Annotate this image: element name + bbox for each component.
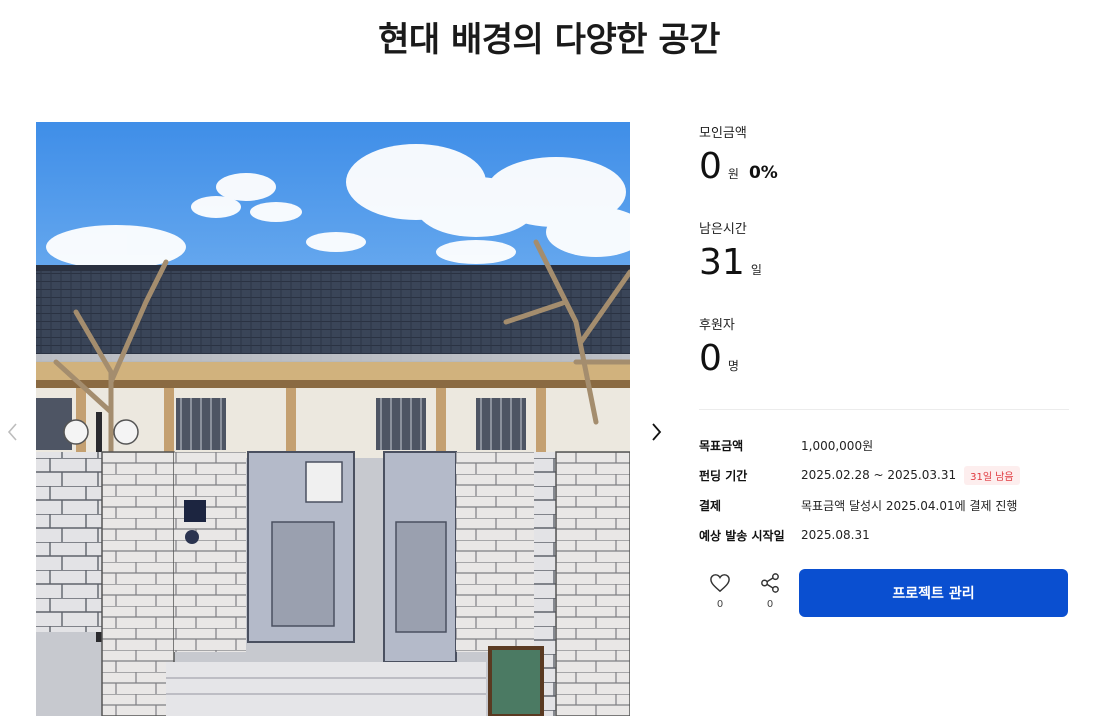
backers-unit: 명 [727, 359, 739, 373]
raised-percent: 0% [748, 163, 778, 183]
raised-label: 모인금액 [699, 126, 747, 141]
chevron-right-icon [652, 423, 662, 441]
remaining-time-stat: 남은시간 31 일 [699, 218, 1069, 314]
share-count: 0 [766, 599, 774, 610]
heart-icon [710, 574, 730, 593]
share-button[interactable]: 0 [755, 573, 785, 610]
detail-label: 목표금액 [699, 438, 744, 453]
days-left-badge: 31일 남음 [964, 465, 1020, 485]
backers-label: 후원자 [699, 318, 735, 333]
detail-value: 2025.02.28 ~ 2025.03.31 [801, 468, 957, 482]
chevron-left-icon [7, 423, 17, 441]
manage-project-button[interactable]: 프로젝트 관리 [799, 569, 1068, 617]
detail-label: 결제 [699, 498, 722, 513]
backers-stat: 후원자 0 명 [699, 314, 1069, 410]
project-main-image [36, 122, 630, 716]
remaining-label: 남은시간 [699, 222, 747, 237]
like-button[interactable]: 0 [705, 573, 735, 610]
page-title: 현대 배경의 다양한 공간 [378, 20, 720, 60]
detail-label: 예상 발송 시작일 [699, 528, 785, 543]
detail-label: 펀딩 기간 [699, 468, 748, 483]
carousel-next-button[interactable] [645, 418, 669, 446]
detail-row-goal: 목표금액 1,000,000원 [699, 430, 1069, 460]
carousel-prev-button[interactable] [0, 418, 24, 446]
raised-amount-stat: 모인금액 0 원 0% [699, 122, 1069, 218]
share-icon [761, 573, 779, 593]
action-bar: 0 0 프로젝트 관리 [699, 569, 1069, 617]
remaining-unit: 일 [750, 263, 762, 277]
like-count: 0 [716, 599, 724, 610]
detail-value: 1,000,000원 [801, 438, 874, 453]
detail-value: 목표금액 달성시 2025.04.01에 결제 진행 [801, 498, 1018, 513]
detail-value: 2025.08.31 [801, 528, 870, 542]
remaining-value: 31 [699, 242, 745, 283]
divider [699, 409, 1069, 410]
detail-row-payment: 결제 목표금액 달성시 2025.04.01에 결제 진행 [699, 490, 1069, 520]
raised-value: 0 [699, 146, 722, 187]
funding-details: 목표금액 1,000,000원 펀딩 기간 2025.02.28 ~ 2025.… [699, 430, 1069, 550]
backers-value: 0 [699, 338, 722, 379]
funding-info-panel: 모인금액 0 원 0% 남은시간 31 일 후원자 0 명 목표금액 1,000… [699, 122, 1069, 617]
raised-unit: 원 [727, 167, 739, 181]
detail-row-period: 펀딩 기간 2025.02.28 ~ 2025.03.31 31일 남음 [699, 460, 1069, 490]
detail-row-shipping: 예상 발송 시작일 2025.08.31 [699, 520, 1069, 550]
